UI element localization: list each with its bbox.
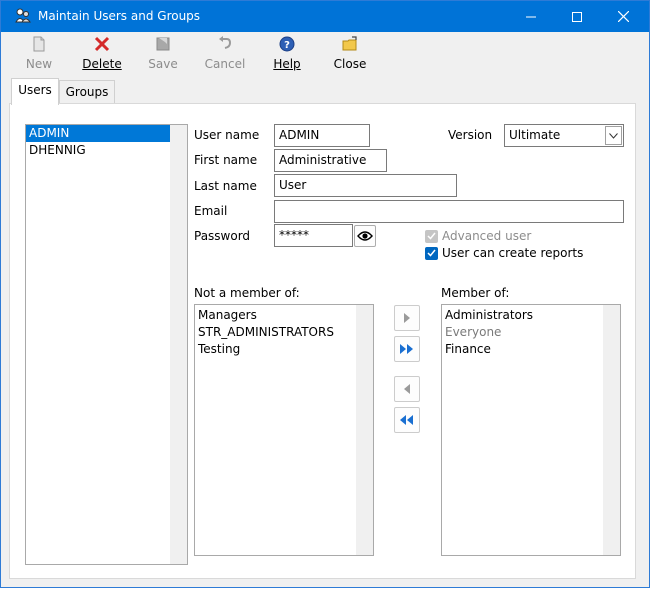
- delete-button[interactable]: Delete: [79, 36, 125, 74]
- user-list-scrollbar[interactable]: [170, 125, 187, 564]
- help-icon: ?: [279, 36, 295, 52]
- version-select[interactable]: Ultimate: [504, 124, 624, 147]
- svg-text:?: ?: [284, 40, 290, 51]
- delete-x-icon: [94, 36, 110, 52]
- window-title: Maintain Users and Groups: [38, 9, 201, 23]
- close-window-button[interactable]: [600, 1, 646, 32]
- undo-icon: [219, 36, 232, 49]
- minimize-icon: [526, 16, 536, 17]
- not-member-item[interactable]: Managers: [195, 307, 373, 324]
- not-member-item[interactable]: STR_ADMINISTRATORS: [195, 324, 373, 341]
- member-item[interactable]: Everyone: [442, 324, 620, 341]
- close-label: Close: [333, 57, 367, 71]
- delete-label: Delete: [82, 57, 122, 71]
- arrow-left-icon: [404, 384, 410, 394]
- member-item[interactable]: Finance: [442, 341, 620, 358]
- create-reports-checkmark: [425, 246, 438, 260]
- advanced-user-checkbox[interactable]: Advanced user: [425, 229, 531, 243]
- double-arrow-right-icon: [400, 344, 413, 354]
- version-dropdown-button[interactable]: [605, 126, 622, 145]
- version-value: Ultimate: [509, 128, 561, 142]
- save-label: Save: [148, 57, 178, 71]
- first-name-label: First name: [194, 153, 258, 167]
- add-selected-button[interactable]: [394, 305, 420, 331]
- toolbar: New Delete Save Cancel ? Help Close: [1, 32, 649, 76]
- close-button[interactable]: Close: [329, 36, 371, 74]
- check-icon: [427, 232, 436, 240]
- window: Maintain Users and Groups New Delete Sav…: [0, 0, 650, 588]
- create-reports-checkbox[interactable]: User can create reports: [425, 246, 583, 260]
- eye-icon: [357, 231, 373, 241]
- first-name-input[interactable]: Administrative: [274, 149, 387, 172]
- user-list-item[interactable]: ADMIN: [26, 125, 187, 142]
- folder-close-icon: [342, 36, 357, 51]
- save-button[interactable]: Save: [142, 36, 184, 74]
- remove-selected-button[interactable]: [394, 376, 420, 402]
- tab-users[interactable]: Users: [11, 78, 59, 105]
- help-label: Help: [273, 57, 301, 71]
- member-list[interactable]: Administrators Everyone Finance: [441, 304, 621, 556]
- not-member-items: Managers STR_ADMINISTRATORS Testing: [195, 305, 373, 358]
- not-member-label: Not a member of:: [194, 286, 300, 300]
- advanced-user-checkmark: [425, 229, 438, 243]
- add-all-button[interactable]: [394, 336, 420, 362]
- email-input[interactable]: [274, 200, 624, 223]
- tab-bar: Users Groups: [1, 78, 649, 105]
- remove-all-button[interactable]: [394, 407, 420, 433]
- user-list-items: ADMIN DHENNIG: [26, 125, 187, 159]
- save-icon: [156, 37, 170, 51]
- not-member-scrollbar[interactable]: [356, 305, 373, 555]
- last-name-input[interactable]: User: [274, 174, 457, 197]
- maximize-button[interactable]: [554, 1, 600, 32]
- users-panel: ADMIN DHENNIG User name ADMIN Version Ult…: [9, 103, 636, 579]
- member-items: Administrators Everyone Finance: [442, 305, 620, 358]
- last-name-label: Last name: [194, 179, 257, 193]
- minimize-button[interactable]: [508, 1, 554, 32]
- member-item[interactable]: Administrators: [442, 307, 620, 324]
- password-label: Password: [194, 229, 251, 243]
- new-button[interactable]: New: [17, 36, 61, 74]
- title-bar: Maintain Users and Groups: [1, 1, 649, 32]
- double-arrow-left-icon: [400, 415, 413, 425]
- version-label: Version: [448, 128, 493, 142]
- not-member-item[interactable]: Testing: [195, 341, 373, 358]
- advanced-user-label: Advanced user: [442, 229, 532, 243]
- user-list[interactable]: ADMIN DHENNIG: [25, 124, 188, 565]
- create-reports-label: User can create reports: [442, 246, 584, 260]
- user-name-input[interactable]: ADMIN: [274, 124, 370, 147]
- maximize-icon: [572, 11, 582, 22]
- not-member-list[interactable]: Managers STR_ADMINISTRATORS Testing: [194, 304, 374, 556]
- app-icon: [15, 8, 31, 23]
- help-button[interactable]: ? Help: [267, 36, 307, 74]
- member-scrollbar[interactable]: [603, 305, 620, 555]
- member-label: Member of:: [441, 286, 510, 300]
- cancel-button[interactable]: Cancel: [202, 36, 248, 74]
- close-icon: [617, 11, 629, 22]
- cancel-label: Cancel: [204, 57, 246, 71]
- arrow-right-icon: [404, 313, 410, 323]
- new-label: New: [25, 57, 53, 71]
- email-label: Email: [194, 204, 228, 218]
- chevron-down-icon: [609, 132, 618, 139]
- new-document-icon: [33, 36, 45, 52]
- password-input[interactable]: *****: [274, 224, 353, 247]
- tab-groups[interactable]: Groups: [59, 80, 115, 103]
- check-icon: [427, 249, 436, 257]
- user-name-label: User name: [194, 128, 260, 142]
- user-list-item[interactable]: DHENNIG: [26, 142, 187, 159]
- show-password-button[interactable]: [354, 225, 376, 247]
